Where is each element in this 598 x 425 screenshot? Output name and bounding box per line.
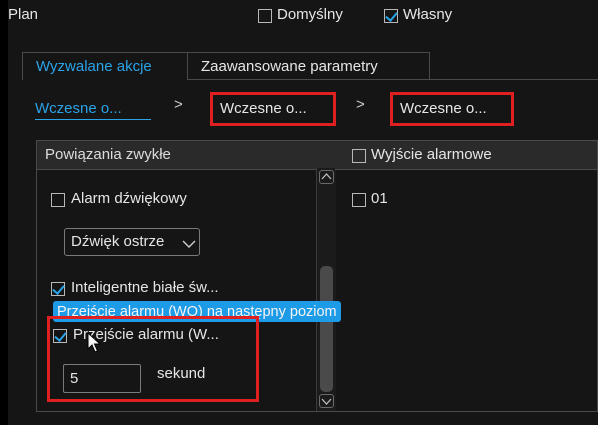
alarm-output-header-label: Wyjście alarmowe xyxy=(371,146,492,163)
tab-advanced-parameters-label: Zaawansowane parametry xyxy=(201,58,378,75)
default-checkbox[interactable] xyxy=(258,9,272,23)
tab-triggered-actions[interactable]: Wyzwalane akcje xyxy=(22,52,188,80)
plan-title: Plan xyxy=(8,6,39,23)
scroll-up-button[interactable] xyxy=(319,170,334,184)
custom-checkbox[interactable] xyxy=(384,9,398,23)
step-1[interactable]: Wczesne o... xyxy=(35,98,151,120)
sound-select-value: Dźwięk ostrze xyxy=(71,233,165,250)
chevron-up-icon xyxy=(321,173,332,180)
step-separator-icon: > xyxy=(174,96,183,113)
default-label: Domyślny xyxy=(277,6,343,23)
audible-alarm-checkbox[interactable] xyxy=(51,193,65,207)
alarm-output-header-checkbox[interactable] xyxy=(352,149,366,163)
chevron-down-icon xyxy=(321,398,332,405)
step-3-label: Wczesne o... xyxy=(400,100,487,117)
step-3[interactable]: Wczesne o... xyxy=(400,98,508,120)
schedule-panel: Plan Domyślny Własny Wyzwalane akcje Zaa… xyxy=(8,0,598,425)
white-light-label: Inteligentne białe św... xyxy=(71,279,219,296)
step-1-label: Wczesne o... xyxy=(35,100,122,117)
transition-checkbox[interactable] xyxy=(53,329,67,343)
alarm-output-item-label: 01 xyxy=(371,190,388,207)
seconds-unit-label: sekund xyxy=(157,365,206,382)
step-separator-icon: > xyxy=(356,96,365,113)
scroll-down-button[interactable] xyxy=(319,394,334,408)
regular-links-header-label: Powiązania zwykłe xyxy=(45,146,171,163)
sound-select[interactable]: Dźwięk ostrze xyxy=(64,228,200,256)
tab-triggered-actions-label: Wyzwalane akcje xyxy=(36,58,152,75)
scrollbar-thumb[interactable] xyxy=(320,266,333,392)
alarm-output-pane xyxy=(335,140,598,412)
cursor-icon xyxy=(87,332,102,353)
scrollbar[interactable] xyxy=(316,168,336,411)
white-light-checkbox[interactable] xyxy=(51,282,65,296)
alarm-output-item-checkbox[interactable] xyxy=(352,193,366,207)
custom-label: Własny xyxy=(403,6,453,23)
seconds-input-value: 5 xyxy=(70,370,79,387)
step-2-label: Wczesne o... xyxy=(220,100,307,117)
audible-alarm-label: Alarm dźwiękowy xyxy=(71,190,187,207)
seconds-input[interactable]: 5 xyxy=(63,364,141,393)
chevron-down-icon xyxy=(182,240,196,248)
regular-links-header: Powiązania zwykłe xyxy=(37,141,335,170)
step-2[interactable]: Wczesne o... xyxy=(220,98,328,120)
step-1-underline xyxy=(35,119,151,120)
tab-advanced-parameters[interactable]: Zaawansowane parametry xyxy=(188,52,430,80)
